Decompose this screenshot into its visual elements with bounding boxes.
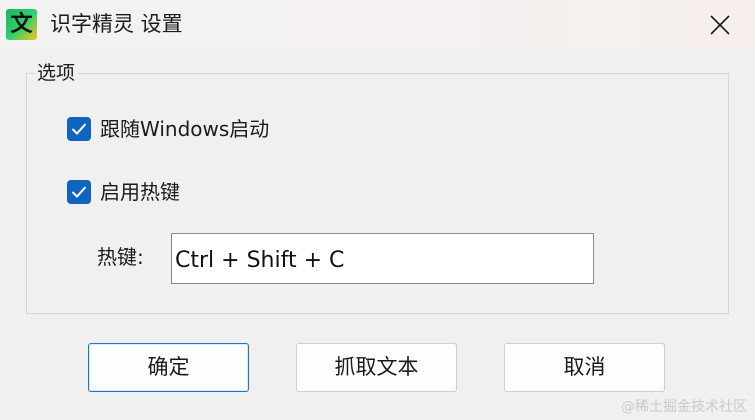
capture-text-button[interactable]: 抓取文本 [296, 343, 457, 392]
close-icon [710, 15, 730, 35]
close-button[interactable] [694, 0, 746, 50]
window-title: 识字精灵 设置 [50, 12, 183, 36]
start-with-windows-label: 跟随Windows启动 [100, 117, 270, 141]
app-icon: 文 [6, 9, 37, 40]
checkbox-checked[interactable] [67, 180, 91, 204]
title-bar: 文 识字精灵 设置 [0, 0, 755, 50]
hotkey-input[interactable] [171, 233, 594, 284]
settings-dialog: 文 识字精灵 设置 选项 跟随Windows启动 启用热键 热键: 确定 抓取文… [0, 0, 755, 420]
checkbox-checked[interactable] [67, 117, 91, 141]
cancel-button[interactable]: 取消 [504, 343, 665, 392]
hotkey-label: 热键: [97, 245, 144, 269]
app-icon-glyph: 文 [10, 12, 33, 37]
enable-hotkey-label: 启用热键 [100, 180, 180, 204]
ok-button[interactable]: 确定 [88, 343, 249, 392]
options-group-title: 选项 [34, 61, 79, 85]
watermark: @稀土掘金技术社区 [621, 399, 747, 415]
checkmark-icon [71, 123, 87, 135]
checkmark-icon [71, 186, 87, 198]
